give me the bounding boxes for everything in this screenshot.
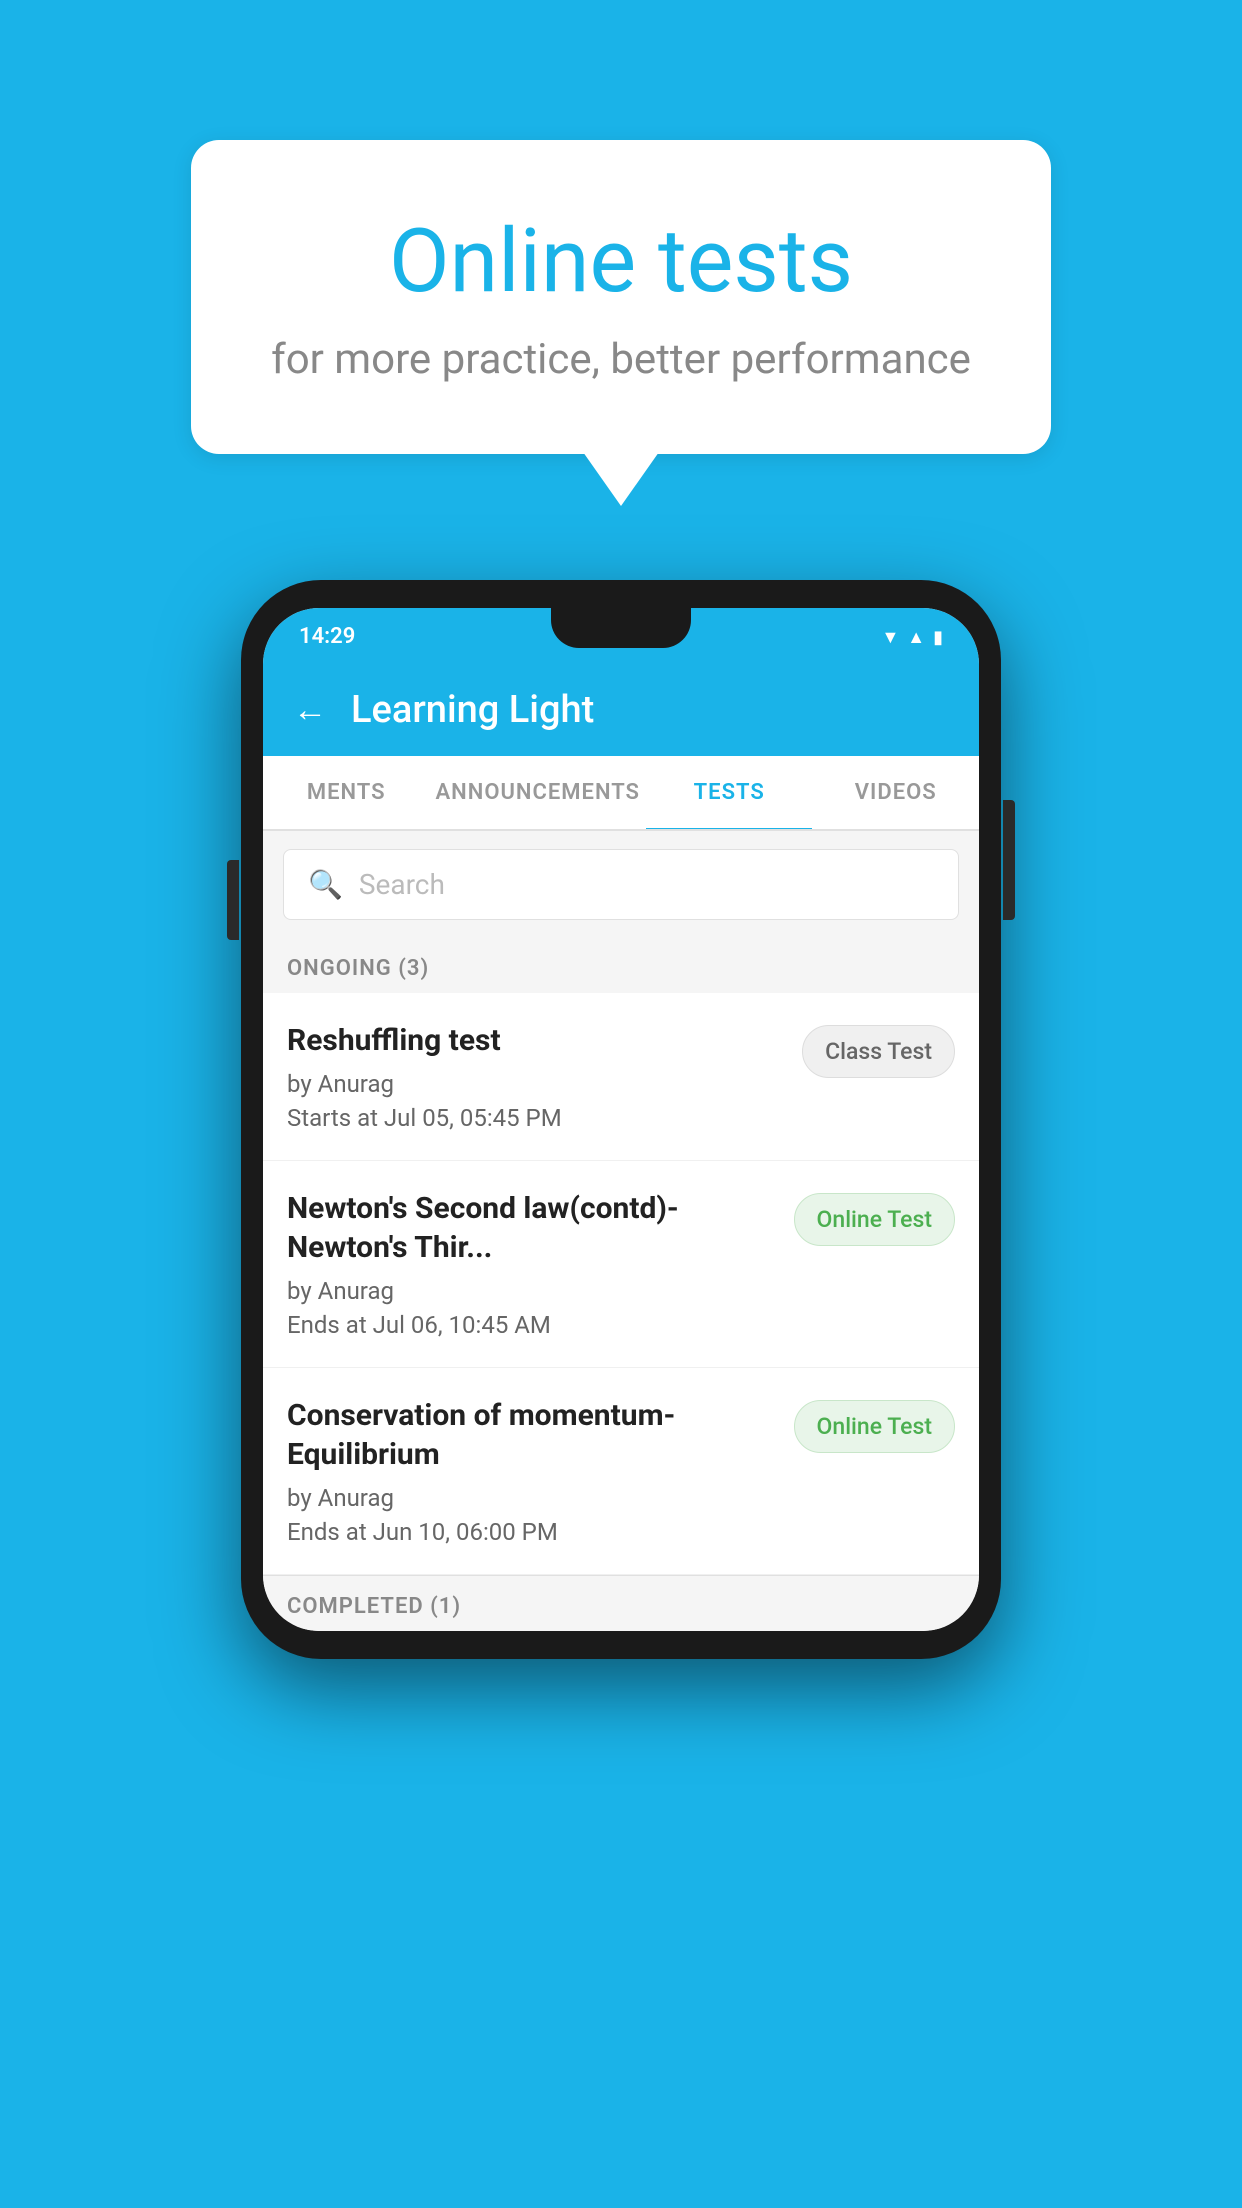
phone-wrapper: 14:29 ← Learning Light MENTS ANNOUNCEMEN… — [241, 580, 1001, 1659]
test-item[interactable]: Newton's Second law(contd)-Newton's Thir… — [263, 1161, 979, 1368]
bubble-subtitle: for more practice, better performance — [271, 335, 971, 384]
phone-frame: 14:29 ← Learning Light MENTS ANNOUNCEMEN… — [241, 580, 1001, 1659]
phone-screen: 14:29 ← Learning Light MENTS ANNOUNCEMEN… — [263, 608, 979, 1631]
test-info: Newton's Second law(contd)-Newton's Thir… — [287, 1189, 778, 1339]
test-date: Ends at Jun 10, 06:00 PM — [287, 1518, 778, 1546]
test-item[interactable]: Conservation of momentum-Equilibrium by … — [263, 1368, 979, 1575]
completed-title: COMPLETED (1) — [287, 1594, 461, 1619]
speech-bubble-container: Online tests for more practice, better p… — [191, 140, 1051, 454]
tab-tests[interactable]: TESTS — [646, 756, 813, 829]
test-name: Conservation of momentum-Equilibrium — [287, 1396, 778, 1474]
tab-videos[interactable]: VIDEOS — [812, 756, 979, 829]
tabs-bar: MENTS ANNOUNCEMENTS TESTS VIDEOS — [263, 756, 979, 831]
app-header: ← Learning Light — [263, 664, 979, 756]
test-date: Ends at Jul 06, 10:45 AM — [287, 1311, 778, 1339]
test-date: Starts at Jul 05, 05:45 PM — [287, 1104, 786, 1132]
back-button[interactable]: ← — [293, 690, 327, 730]
search-placeholder: Search — [359, 868, 445, 901]
signal-icon — [907, 624, 925, 648]
search-container: 🔍 Search — [263, 831, 979, 938]
test-name: Reshuffling test — [287, 1021, 786, 1060]
test-author: by Anurag — [287, 1070, 786, 1098]
app-title: Learning Light — [351, 688, 594, 732]
ongoing-title: ONGOING (3) — [287, 956, 429, 981]
ongoing-section-header: ONGOING (3) — [263, 938, 979, 993]
status-time: 14:29 — [299, 624, 355, 649]
tab-announcements[interactable]: ANNOUNCEMENTS — [430, 756, 646, 829]
status-icons — [881, 624, 943, 648]
test-badge: Online Test — [794, 1193, 955, 1246]
test-badge: Online Test — [794, 1400, 955, 1453]
test-author: by Anurag — [287, 1277, 778, 1305]
search-icon: 🔍 — [308, 868, 343, 901]
test-item[interactable]: Reshuffling test by Anurag Starts at Jul… — [263, 993, 979, 1161]
test-author: by Anurag — [287, 1484, 778, 1512]
battery-icon — [933, 624, 943, 648]
wifi-icon — [881, 624, 899, 648]
search-bar[interactable]: 🔍 Search — [283, 849, 959, 920]
test-name: Newton's Second law(contd)-Newton's Thir… — [287, 1189, 778, 1267]
test-badge: Class Test — [802, 1025, 955, 1078]
speech-bubble: Online tests for more practice, better p… — [191, 140, 1051, 454]
status-bar: 14:29 — [263, 608, 979, 664]
test-info: Conservation of momentum-Equilibrium by … — [287, 1396, 778, 1546]
completed-section-header: COMPLETED (1) — [263, 1575, 979, 1631]
tab-ments[interactable]: MENTS — [263, 756, 430, 829]
bubble-title: Online tests — [271, 210, 971, 313]
tests-list: Reshuffling test by Anurag Starts at Jul… — [263, 993, 979, 1575]
test-info: Reshuffling test by Anurag Starts at Jul… — [287, 1021, 786, 1132]
